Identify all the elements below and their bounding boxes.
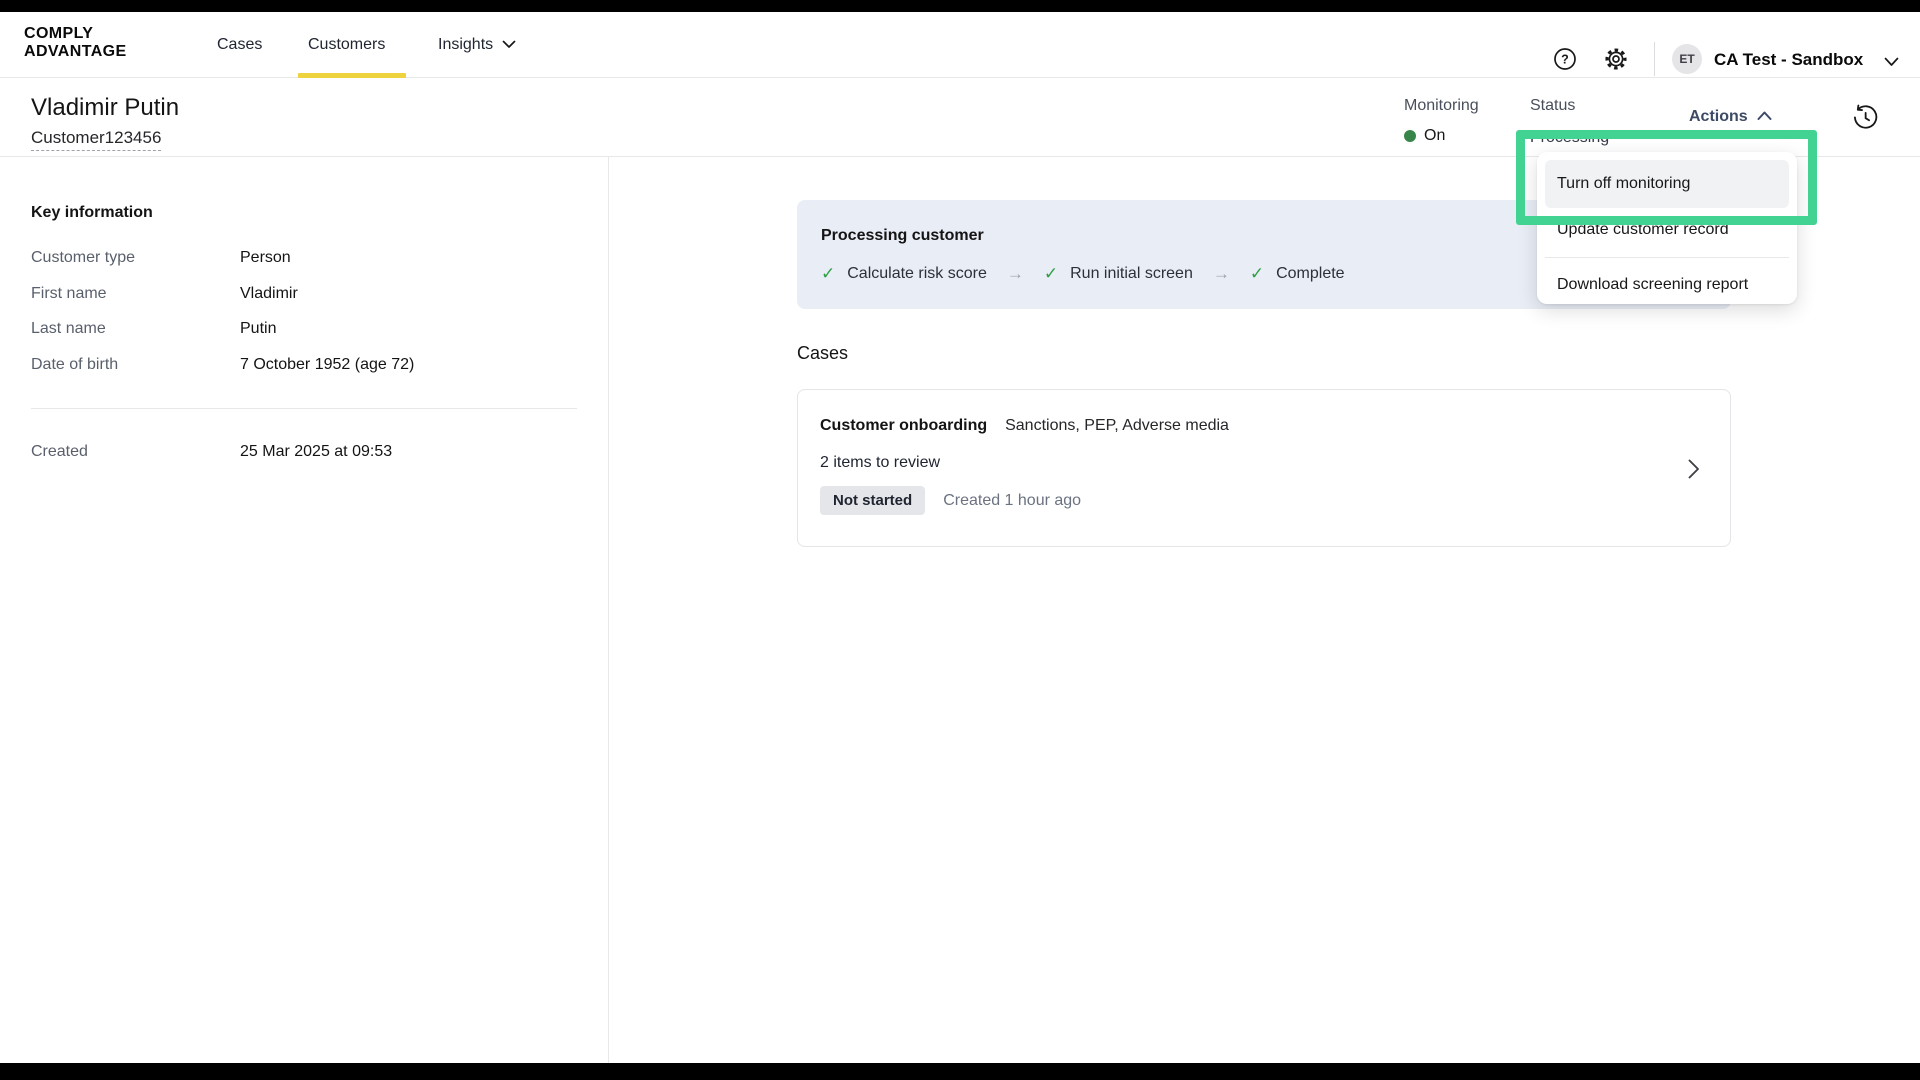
case-items-to-review: 2 items to review xyxy=(820,454,940,472)
case-card[interactable]: Customer onboarding Sanctions, PEP, Adve… xyxy=(797,389,1731,547)
step-label: Calculate risk score xyxy=(847,265,987,283)
avatar[interactable]: ET xyxy=(1672,44,1702,74)
processing-steps: ✓ Calculate risk score → ✓ Run initial s… xyxy=(821,264,1345,284)
key-information-divider xyxy=(31,408,577,409)
chevron-up-icon xyxy=(1757,108,1772,126)
case-name: Customer onboarding xyxy=(820,417,987,435)
processing-banner-title: Processing customer xyxy=(821,227,984,245)
chevron-down-icon xyxy=(502,36,516,54)
monitoring-value: On xyxy=(1424,127,1445,145)
status-badge: Not started xyxy=(820,486,925,515)
arrow-right-icon: → xyxy=(1001,264,1030,284)
step-run-initial-screen: ✓ Run initial screen xyxy=(1044,264,1193,284)
arrow-right-icon: → xyxy=(1207,264,1236,284)
menu-item-turn-off-monitoring[interactable]: Turn off monitoring xyxy=(1545,160,1789,208)
account-name[interactable]: CA Test - Sandbox xyxy=(1714,50,1863,70)
case-created-time: Created 1 hour ago xyxy=(943,492,1081,510)
field-value: Person xyxy=(240,249,291,267)
top-black-bar xyxy=(0,0,1920,12)
top-navbar: COMPLY ADVANTAGE Cases Customers Insight… xyxy=(0,12,1920,78)
actions-dropdown-menu: Turn off monitoring Update customer reco… xyxy=(1537,152,1797,304)
field-label: Last name xyxy=(31,320,240,338)
menu-divider xyxy=(1545,257,1789,258)
actions-button[interactable]: Actions xyxy=(1689,108,1772,126)
tab-insights[interactable]: Insights xyxy=(438,12,516,77)
help-icon[interactable]: ? xyxy=(1552,46,1578,72)
field-row-customer-type: Customer type Person xyxy=(31,249,577,267)
complyadvantage-logo[interactable]: COMPLY ADVANTAGE xyxy=(24,25,127,61)
customer-id[interactable]: Customer123456 xyxy=(31,128,161,151)
nav-divider xyxy=(1654,42,1655,76)
chevron-right-icon[interactable] xyxy=(1688,459,1700,484)
cases-section-title: Cases xyxy=(797,343,848,364)
step-complete: ✓ Complete xyxy=(1250,264,1345,284)
gear-icon[interactable] xyxy=(1603,46,1629,72)
left-panel-divider xyxy=(608,157,609,1063)
field-value: Vladimir xyxy=(240,285,298,303)
app: COMPLY ADVANTAGE Cases Customers Insight… xyxy=(0,0,1920,1080)
field-value: 25 Mar 2025 at 09:53 xyxy=(240,443,392,461)
case-card-header: Customer onboarding Sanctions, PEP, Adve… xyxy=(820,417,1229,435)
history-icon[interactable] xyxy=(1850,103,1880,133)
tab-insights-label: Insights xyxy=(438,36,493,54)
step-calculate-risk-score: ✓ Calculate risk score xyxy=(821,264,987,284)
field-value: Putin xyxy=(240,320,276,338)
account-chevron-down-icon[interactable] xyxy=(1884,54,1899,72)
svg-text:?: ? xyxy=(1561,53,1569,67)
field-label: Created xyxy=(31,443,240,461)
step-label: Complete xyxy=(1276,265,1344,283)
field-label: Customer type xyxy=(31,249,240,267)
key-information-title: Key information xyxy=(31,204,153,222)
actions-label: Actions xyxy=(1689,108,1748,126)
check-icon: ✓ xyxy=(1250,264,1264,284)
page-title: Vladimir Putin xyxy=(31,94,179,122)
logo-line2: ADVANTAGE xyxy=(24,43,127,61)
bottom-black-bar xyxy=(0,1063,1920,1080)
field-label: Date of birth xyxy=(31,356,240,374)
status-value: Processing xyxy=(1530,129,1609,147)
menu-item-download-screening-report[interactable]: Download screening report xyxy=(1545,263,1789,307)
check-icon: ✓ xyxy=(821,264,835,284)
tab-customers[interactable]: Customers xyxy=(308,12,385,77)
field-row-date-of-birth: Date of birth 7 October 1952 (age 72) xyxy=(31,356,577,374)
field-value: 7 October 1952 (age 72) xyxy=(240,356,414,374)
step-label: Run initial screen xyxy=(1070,265,1193,283)
case-card-footer: Not started Created 1 hour ago xyxy=(820,486,1081,515)
customer-header xyxy=(0,78,1920,157)
check-icon: ✓ xyxy=(1044,264,1058,284)
field-row-last-name: Last name Putin xyxy=(31,320,577,338)
tab-cases[interactable]: Cases xyxy=(217,12,262,77)
monitoring-status: On xyxy=(1404,127,1445,145)
monitoring-on-dot-icon xyxy=(1404,130,1416,142)
status-label: Status xyxy=(1530,97,1575,115)
field-row-first-name: First name Vladimir xyxy=(31,285,577,303)
logo-line1: COMPLY xyxy=(24,25,127,43)
menu-item-update-customer-record[interactable]: Update customer record xyxy=(1545,208,1789,252)
field-row-created: Created 25 Mar 2025 at 09:53 xyxy=(31,443,577,461)
monitoring-label: Monitoring xyxy=(1404,97,1479,115)
case-screening-types: Sanctions, PEP, Adverse media xyxy=(1005,417,1229,435)
field-label: First name xyxy=(31,285,240,303)
